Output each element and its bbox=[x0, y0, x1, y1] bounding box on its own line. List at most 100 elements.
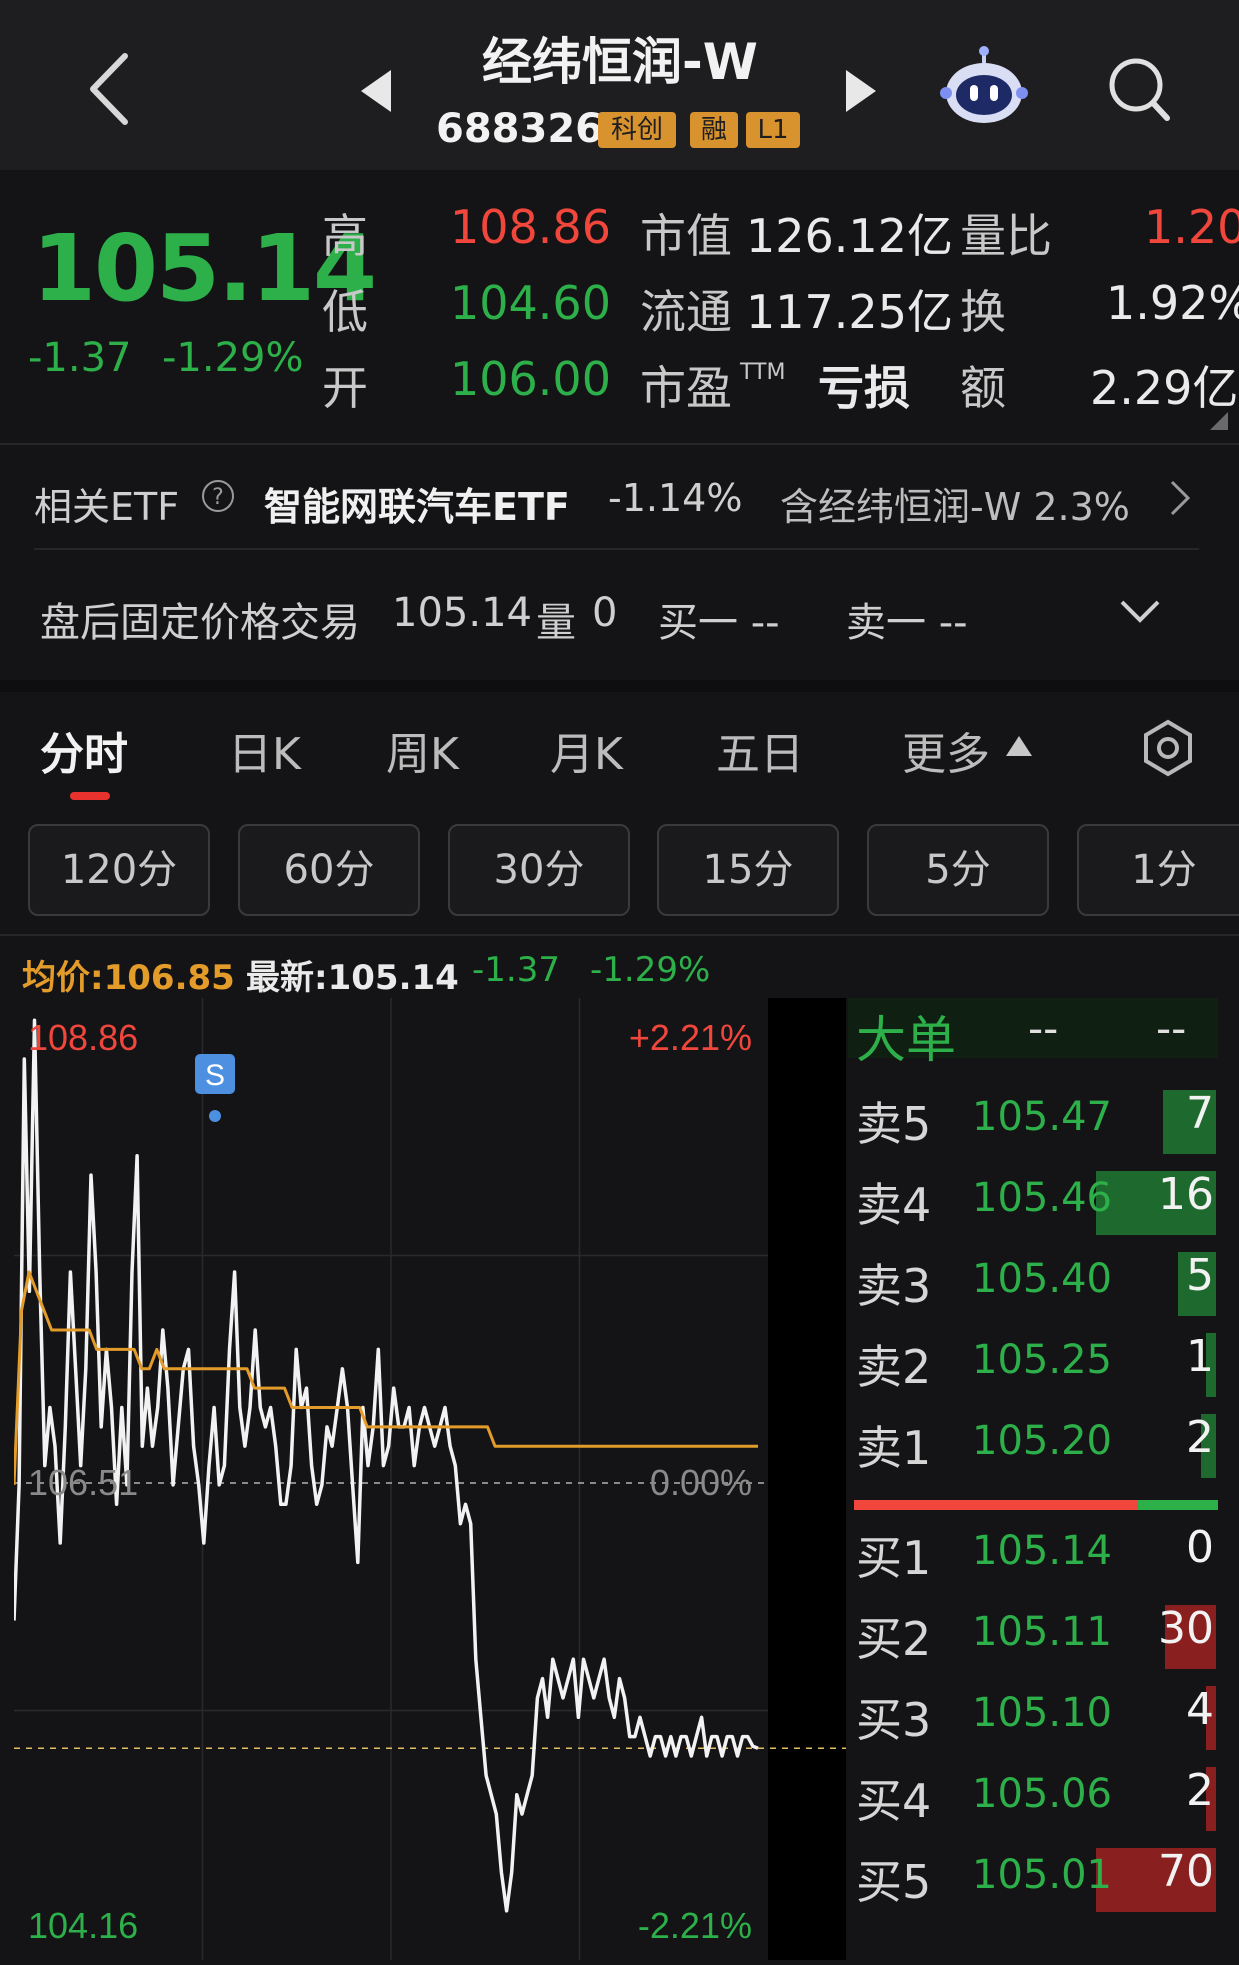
bid-row[interactable]: 买4 105.06 2 bbox=[856, 1765, 1216, 1835]
volume-ratio-value: 1.20 bbox=[1144, 200, 1239, 254]
bid-qty: 2 bbox=[1186, 1765, 1214, 1816]
bid-price: 105.14 bbox=[972, 1528, 1112, 1574]
corner-expand-icon[interactable] bbox=[1210, 412, 1228, 430]
tab-weekly-k[interactable]: 周K bbox=[386, 718, 459, 782]
chart-top-pct-label: +2.21% bbox=[629, 1017, 752, 1058]
tab-five-day[interactable]: 五日 bbox=[716, 718, 804, 782]
ask-price: 105.40 bbox=[972, 1256, 1112, 1302]
ask-qty: 5 bbox=[1186, 1250, 1214, 1301]
big-order-value-1: -- bbox=[1028, 1004, 1059, 1053]
bid-row[interactable]: 买1 105.14 0 bbox=[856, 1522, 1216, 1592]
chart-mid-price-label: 106.51 bbox=[28, 1462, 138, 1503]
tab-more[interactable]: 更多 bbox=[902, 718, 990, 782]
bid-price: 105.11 bbox=[972, 1609, 1112, 1655]
bid-row[interactable]: 买2 105.11 30 bbox=[856, 1603, 1216, 1673]
help-icon[interactable]: ? bbox=[200, 478, 236, 514]
bid-qty: 70 bbox=[1158, 1846, 1214, 1897]
etf-change: -1.14% bbox=[608, 476, 743, 520]
next-stock-icon[interactable] bbox=[846, 70, 876, 112]
triangle-up-icon[interactable] bbox=[1006, 736, 1032, 756]
period-60min-button[interactable]: 60分 bbox=[238, 824, 420, 916]
previous-stock-icon[interactable] bbox=[361, 70, 391, 112]
bid-price: 105.06 bbox=[972, 1771, 1112, 1817]
period-1min-button[interactable]: 1分 bbox=[1077, 824, 1239, 916]
high-value: 108.86 bbox=[450, 200, 611, 254]
settings-icon[interactable] bbox=[1138, 718, 1198, 778]
turnover-label: 换 bbox=[960, 285, 1006, 339]
ask-price: 105.20 bbox=[972, 1418, 1112, 1464]
chevron-right-icon[interactable] bbox=[1168, 478, 1192, 518]
bid-price: 105.10 bbox=[972, 1690, 1112, 1736]
after-hours-label: 盘后固定价格交易 bbox=[40, 600, 360, 646]
ask-label: 卖3 bbox=[856, 1259, 932, 1313]
back-arrow-icon[interactable] bbox=[85, 50, 133, 128]
ask-price: 105.47 bbox=[972, 1094, 1112, 1140]
etf-label: 相关ETF bbox=[34, 485, 180, 529]
bid-qty: 4 bbox=[1186, 1684, 1214, 1735]
bid-row[interactable]: 买3 105.10 4 bbox=[856, 1684, 1216, 1754]
bid-qty: 0 bbox=[1186, 1522, 1214, 1573]
tab-intraday[interactable]: 分时 bbox=[40, 718, 128, 782]
ask-label: 卖4 bbox=[856, 1178, 932, 1232]
big-order-value-2: -- bbox=[1156, 1004, 1187, 1053]
ask-label: 卖2 bbox=[856, 1340, 932, 1394]
tab-daily-k[interactable]: 日K bbox=[228, 718, 301, 782]
bid-label: 买5 bbox=[856, 1855, 932, 1909]
etf-name[interactable]: 智能网联汽车ETF bbox=[264, 476, 570, 531]
period-15min-button[interactable]: 15分 bbox=[657, 824, 839, 916]
after-hours-sell1: 卖一 -- bbox=[846, 600, 968, 646]
ask-row[interactable]: 卖5 105.47 7 bbox=[856, 1088, 1216, 1158]
bid-price: 105.01 bbox=[972, 1852, 1112, 1898]
intraday-chart[interactable]: 108.86 +2.21% 106.51 0.00% 104.16 -2.21%… bbox=[14, 998, 846, 1960]
stock-title: 经纬恒润-W bbox=[482, 33, 758, 91]
ask-row[interactable]: 卖2 105.25 1 bbox=[856, 1331, 1216, 1401]
tab-active-indicator bbox=[70, 792, 110, 800]
chart-bottom-price-label: 104.16 bbox=[28, 1905, 138, 1946]
ask-qty: 7 bbox=[1186, 1088, 1214, 1139]
amount-value: 2.29亿 bbox=[1090, 361, 1239, 415]
bid-label: 买1 bbox=[856, 1531, 932, 1585]
ask-row[interactable]: 卖3 105.40 5 bbox=[856, 1250, 1216, 1320]
float-cap-label: 流通 bbox=[640, 285, 732, 339]
period-30min-button[interactable]: 30分 bbox=[448, 824, 630, 916]
chevron-down-icon[interactable] bbox=[1118, 598, 1162, 626]
divider bbox=[0, 443, 1239, 445]
period-120min-button[interactable]: 120分 bbox=[28, 824, 210, 916]
open-value: 106.00 bbox=[450, 352, 611, 406]
pe-label: 市盈 bbox=[640, 361, 732, 415]
bid-row[interactable]: 买5 105.01 70 bbox=[856, 1846, 1216, 1916]
high-label: 高 bbox=[322, 209, 368, 263]
bid-label: 买4 bbox=[856, 1774, 932, 1828]
ask-label: 卖5 bbox=[856, 1097, 932, 1151]
sell-signal-label: S bbox=[205, 1059, 225, 1092]
chart-bottom-pct-label: -2.21% bbox=[638, 1905, 752, 1946]
ask-qty: 2 bbox=[1186, 1412, 1214, 1463]
robot-assistant-icon[interactable] bbox=[940, 45, 1028, 125]
chart-top-price-label: 108.86 bbox=[28, 1017, 138, 1058]
market-cap-value: 126.12亿 bbox=[746, 209, 953, 263]
order-ratio-bar bbox=[854, 1500, 1218, 1510]
pe-value: 亏损 bbox=[818, 361, 910, 415]
tab-monthly-k[interactable]: 月K bbox=[550, 718, 623, 782]
period-5min-button[interactable]: 5分 bbox=[867, 824, 1049, 916]
ask-qty: 16 bbox=[1158, 1169, 1214, 1220]
after-hours-buy1: 买一 -- bbox=[658, 600, 780, 646]
order-ratio-buy-fill bbox=[854, 1500, 1138, 1510]
ask-row[interactable]: 卖1 105.20 2 bbox=[856, 1412, 1216, 1482]
pe-ttm-sup: TTM bbox=[740, 360, 786, 385]
bid-qty: 30 bbox=[1158, 1603, 1214, 1654]
market-cap-label: 市值 bbox=[640, 209, 732, 263]
ask-label: 卖1 bbox=[856, 1421, 932, 1475]
etf-holding: 含经纬恒润-W 2.3% bbox=[780, 485, 1130, 529]
search-icon[interactable] bbox=[1107, 56, 1171, 124]
top-bar: 经纬恒润-W 688326 科创 融 L1 bbox=[0, 0, 1239, 170]
ask-price: 105.25 bbox=[972, 1337, 1112, 1383]
badge-kechuang: 科创 bbox=[598, 112, 676, 148]
stat-change-pct: -1.29% bbox=[590, 950, 711, 990]
ask-row[interactable]: 卖4 105.46 16 bbox=[856, 1169, 1216, 1239]
ask-qty: 1 bbox=[1186, 1331, 1214, 1382]
after-hours-volume: 0 bbox=[592, 590, 618, 636]
chart-mid-pct-label: 0.00% bbox=[650, 1462, 752, 1503]
turnover-value: 1.92% bbox=[1106, 276, 1239, 330]
bid-label: 买2 bbox=[856, 1612, 932, 1666]
